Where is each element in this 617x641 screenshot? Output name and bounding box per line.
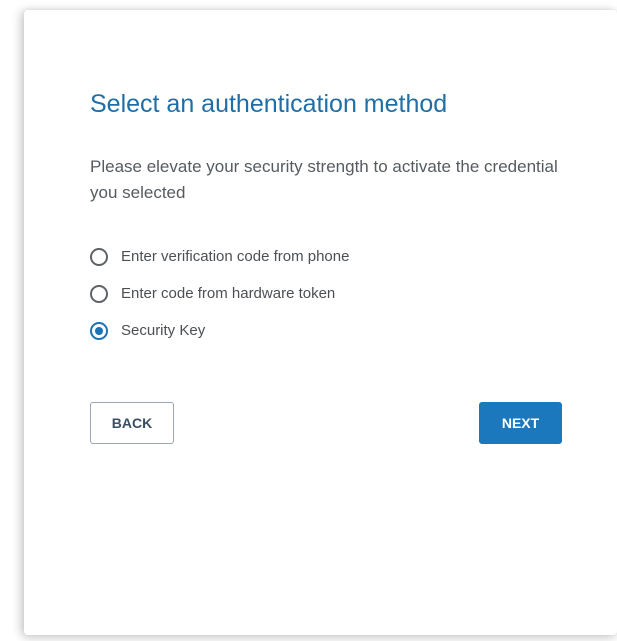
radio-button-unselected[interactable]	[90, 247, 108, 266]
radio-label: Security Key	[121, 322, 206, 339]
page: Select an authentication method Please e…	[0, 0, 617, 641]
description-text: Please elevate your security strength to…	[90, 157, 558, 202]
radio-label: Enter verification code from phone	[121, 248, 350, 265]
back-button[interactable]: BACK	[90, 402, 174, 444]
radio-option-security-key[interactable]: Security Key	[90, 312, 349, 349]
next-button[interactable]: NEXT	[479, 402, 562, 444]
auth-method-card: Select an authentication method Please e…	[24, 10, 617, 635]
page-title: Select an authentication method	[90, 90, 448, 118]
radio-label: Enter code from hardware token	[121, 285, 336, 302]
radio-button-selected[interactable]	[90, 321, 108, 340]
auth-method-radio-group: Enter verification code from phone Enter…	[90, 238, 349, 349]
radio-option-hardware-token[interactable]: Enter code from hardware token	[90, 275, 349, 312]
radio-option-phone-code[interactable]: Enter verification code from phone	[90, 238, 349, 275]
radio-button-unselected[interactable]	[90, 284, 108, 303]
